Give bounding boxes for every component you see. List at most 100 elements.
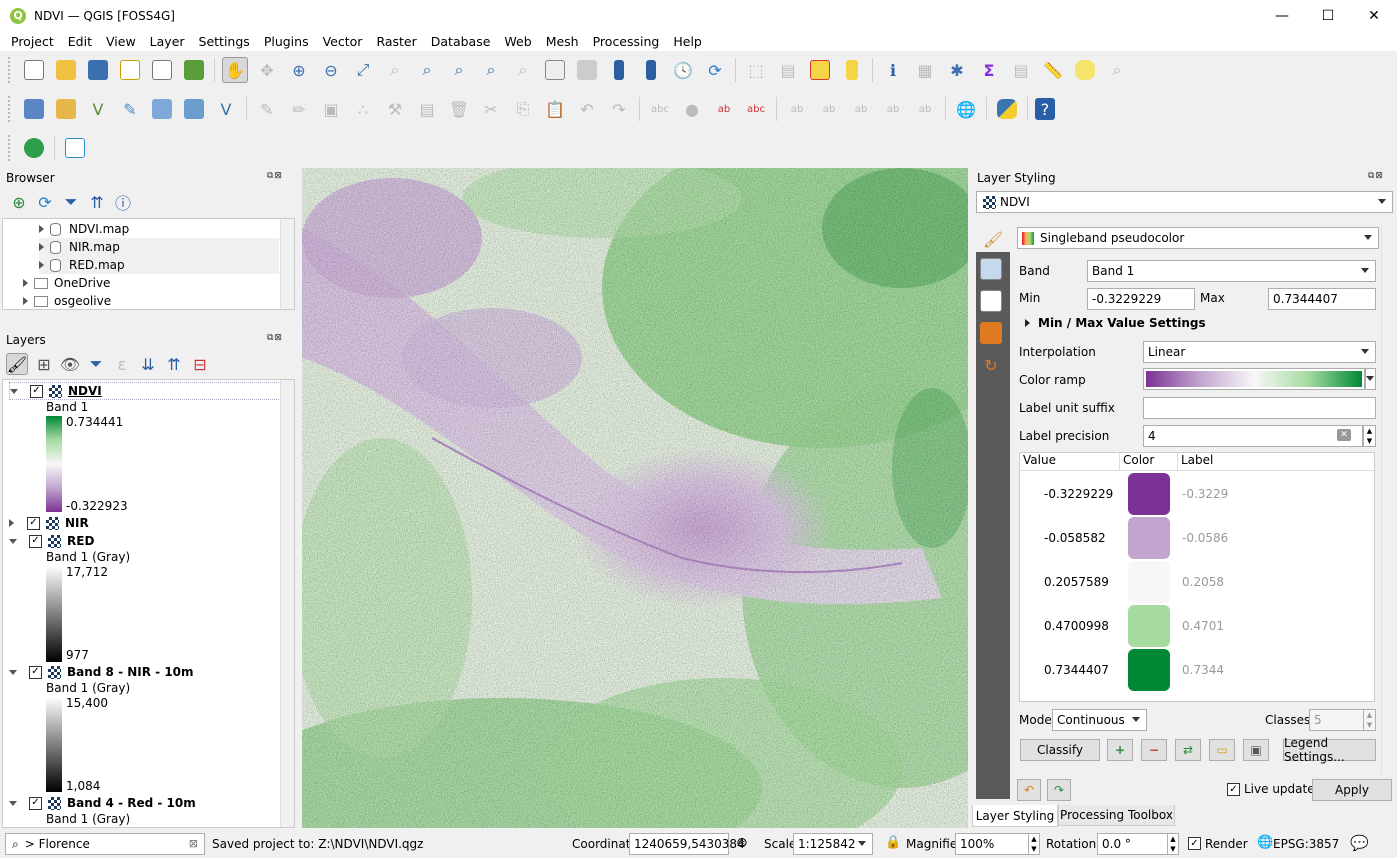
browser-item[interactable]: RED.map [39, 256, 279, 274]
layer-visibility-checkbox[interactable]: ✓ [29, 796, 42, 810]
tab-layer-styling[interactable]: Layer Styling [972, 805, 1058, 827]
save-edits-icon[interactable]: ▣ [318, 96, 344, 122]
lock-scale-icon[interactable]: 🔒 [885, 835, 901, 850]
interpolation-combo[interactable]: Linear [1143, 341, 1376, 363]
layer-band8[interactable]: ✓ Band 8 - NIR - 10m [9, 663, 194, 681]
layer-visibility-checkbox[interactable]: ✓ [30, 384, 43, 398]
layer-visibility-checkbox[interactable]: ✓ [27, 516, 40, 530]
current-edits-icon[interactable]: ✎ [254, 96, 280, 122]
load-colormap-icon[interactable]: ▭ [1209, 739, 1235, 761]
color-ramp-button[interactable] [1143, 368, 1365, 390]
live-update-checkbox[interactable]: ✓ [1227, 783, 1240, 796]
toolbar-grip[interactable] [8, 57, 12, 83]
digitize-icon[interactable]: ✎ [117, 96, 143, 122]
select-by-value-icon[interactable]: ▤ [775, 57, 801, 83]
color-ramp-dropdown[interactable] [1365, 368, 1376, 390]
tab-processing-toolbox[interactable]: Processing Toolbox [1058, 805, 1175, 826]
undo-icon[interactable]: ↶ [574, 96, 600, 122]
select-features-icon[interactable]: ⬚ [743, 57, 769, 83]
show-bookmarks-icon[interactable] [638, 57, 664, 83]
vertex-tool-icon[interactable]: ⚒ [382, 96, 408, 122]
zoom-native-icon[interactable]: ⌕ [446, 57, 472, 83]
band-combo[interactable]: Band 1 [1087, 260, 1376, 282]
clear-icon[interactable]: ✕ [1337, 429, 1351, 441]
class-color-swatch[interactable] [1128, 649, 1170, 691]
manage-themes-icon[interactable]: 👁 [60, 354, 80, 374]
menu-project[interactable]: Project [4, 34, 61, 49]
show-hide-label-icon[interactable]: ab [816, 96, 842, 122]
classes-spinbox[interactable]: 5 [1309, 709, 1364, 731]
collapse-all-layers-icon[interactable]: ⇈ [164, 354, 184, 374]
menu-plugins[interactable]: Plugins [257, 34, 316, 49]
statistics-icon[interactable]: Σ [976, 57, 1002, 83]
new-print-layout-icon[interactable] [117, 57, 143, 83]
add-virtual-layer-icon[interactable]: V [213, 96, 239, 122]
color-column-header[interactable]: Color [1120, 453, 1178, 470]
magnifier-spinbox[interactable]: 100% [955, 833, 1030, 855]
messages-icon[interactable]: 💬 [1350, 834, 1369, 852]
data-source-manager-icon[interactable] [21, 96, 47, 122]
map-canvas[interactable] [302, 168, 968, 828]
minmax-settings-toggle[interactable]: Min / Max Value Settings [1025, 314, 1206, 332]
styling-layer-combo[interactable]: NDVI [976, 191, 1393, 213]
renderer-type-combo[interactable]: Singleband pseudocolor [1017, 227, 1379, 249]
highlight-label-icon[interactable]: abc [743, 96, 769, 122]
add-vector-layer-icon[interactable] [53, 96, 79, 122]
qgis-cloud-icon[interactable] [62, 135, 88, 161]
zoom-last-icon[interactable]: ⌕ [478, 57, 504, 83]
class-label[interactable]: 0.7344 [1182, 663, 1224, 677]
new-project-icon[interactable] [21, 57, 47, 83]
label-column-header[interactable]: Label [1178, 453, 1213, 470]
class-label[interactable]: -0.0586 [1182, 531, 1228, 545]
expand-all-icon[interactable]: ⇊ [138, 354, 158, 374]
layer-ndvi[interactable]: ✓ NDVI [9, 382, 281, 400]
mode-combo[interactable]: Continuous [1052, 709, 1147, 731]
temporal-controller-icon[interactable]: 🕓 [670, 57, 696, 83]
deselect-icon[interactable] [807, 57, 833, 83]
close-button[interactable]: ✕ [1351, 0, 1397, 31]
layout-manager-icon[interactable] [149, 57, 175, 83]
paste-features-icon[interactable]: 📋 [542, 96, 568, 122]
maximize-button[interactable]: ☐ [1305, 0, 1351, 31]
zoom-to-selection-icon[interactable]: ⌕ [382, 57, 408, 83]
add-selected-layers-icon[interactable]: ⊕ [9, 192, 29, 212]
locator-icon[interactable]: ⌕ [1104, 57, 1130, 83]
max-input[interactable]: 0.7344407 [1268, 288, 1376, 310]
class-color-swatch[interactable] [1128, 561, 1170, 603]
styling-dock-buttons[interactable]: ⧉⊠ [1368, 171, 1384, 181]
layer-nir[interactable]: ✓ NIR [9, 514, 89, 532]
share-icon[interactable] [21, 135, 47, 161]
redo-style-icon[interactable]: ↷ [1047, 779, 1071, 801]
class-label[interactable]: 0.2058 [1182, 575, 1224, 589]
select-location-icon[interactable] [839, 57, 865, 83]
toolbar-grip[interactable] [8, 96, 12, 122]
class-value[interactable]: -0.3229229 [1044, 487, 1113, 501]
scale-combo[interactable]: 1:125842 [793, 833, 873, 855]
globe-plugin-icon[interactable]: 🌐 [953, 96, 979, 122]
add-geopackage-icon[interactable] [149, 96, 175, 122]
browser-item[interactable]: osgeolive [23, 292, 111, 310]
unit-suffix-input[interactable] [1143, 397, 1376, 419]
add-class-icon[interactable]: + [1107, 739, 1133, 761]
new-map-view-icon[interactable] [542, 57, 568, 83]
redo-icon[interactable]: ↷ [606, 96, 632, 122]
browser-dock-buttons[interactable]: ⧉⊠ [267, 171, 283, 181]
zoom-to-layer-icon[interactable]: ⌕ [414, 57, 440, 83]
modify-attributes-icon[interactable]: ▤ [414, 96, 440, 122]
menu-mesh[interactable]: Mesh [539, 34, 586, 49]
class-value[interactable]: -0.058582 [1044, 531, 1106, 545]
measure-line-icon[interactable]: 📏 [1040, 57, 1066, 83]
browser-item[interactable]: NIR.map [39, 238, 279, 256]
browser-scrollbar[interactable] [280, 219, 294, 309]
pan-to-selection-icon[interactable]: ✥ [254, 57, 280, 83]
pin-label-icon[interactable]: ab [711, 96, 737, 122]
classes-stepper[interactable]: ▲ ▼ [1363, 709, 1376, 731]
class-value[interactable]: 0.2057589 [1044, 575, 1109, 589]
pan-map-icon[interactable]: ✋ [222, 57, 248, 83]
minimize-button[interactable]: — [1259, 0, 1305, 31]
add-group-icon[interactable]: ⊞ [34, 354, 54, 374]
label-precision-spinbox[interactable]: 4 [1143, 425, 1363, 447]
add-raster-icon[interactable] [181, 96, 207, 122]
menu-processing[interactable]: Processing [586, 34, 667, 49]
coordinate-input[interactable]: 1240659,5430384 [629, 833, 745, 855]
